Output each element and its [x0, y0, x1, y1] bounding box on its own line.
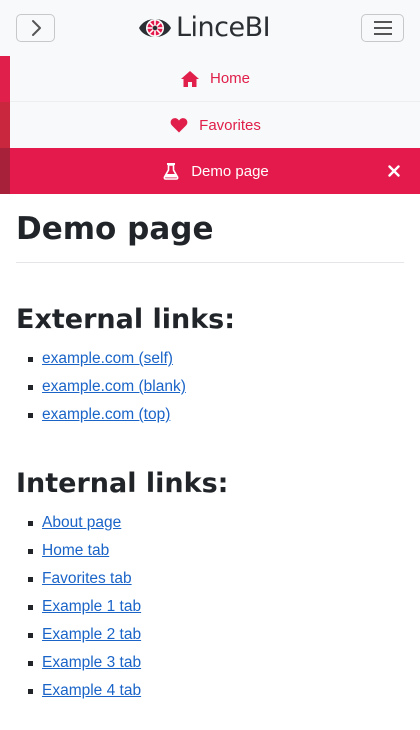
- internal-link-example-1[interactable]: Example 1 tab: [42, 598, 141, 615]
- list-item: example.com (blank): [28, 373, 404, 401]
- nav-item-label: Favorites: [199, 116, 261, 134]
- menu-toggle-button[interactable]: [361, 14, 404, 42]
- internal-link-about[interactable]: About page: [42, 514, 121, 531]
- chevron-right-icon: [31, 20, 41, 36]
- internal-link-example-2[interactable]: Example 2 tab: [42, 626, 141, 643]
- list-item: Home tab: [28, 537, 404, 565]
- close-icon[interactable]: [384, 161, 404, 181]
- list-item: example.com (self): [28, 345, 404, 373]
- nav-item-home[interactable]: Home: [10, 56, 420, 102]
- nav-item-label: Home: [209, 70, 250, 87]
- list-item: About page: [28, 509, 404, 537]
- external-links-list: example.com (self) example.com (blank) e…: [16, 345, 404, 429]
- brand-name: LinceBI: [176, 12, 271, 43]
- internal-link-example-4[interactable]: Example 4 tab: [42, 682, 141, 699]
- internal-link-example-3[interactable]: Example 3 tab: [42, 654, 141, 671]
- lince-eye-icon: [139, 19, 171, 37]
- internal-links-heading: Internal links:: [16, 468, 229, 499]
- brand-logo[interactable]: LinceBI: [137, 9, 271, 47]
- external-link-blank[interactable]: example.com (blank): [42, 378, 186, 395]
- nav-item-demo-page[interactable]: Demo page: [10, 148, 420, 194]
- external-link-self[interactable]: example.com (self): [42, 350, 173, 367]
- side-accent-strip: [0, 56, 10, 194]
- list-item: example.com (top): [28, 401, 404, 429]
- page-title: Demo page: [16, 211, 214, 247]
- hamburger-menu-icon: [373, 21, 392, 35]
- top-navbar: LinceBI: [0, 0, 420, 56]
- list-item: Example 1 tab: [28, 593, 404, 621]
- nav-item-label: Demo page: [191, 162, 269, 180]
- flask-icon: [161, 161, 181, 181]
- internal-links-list: About page Home tab Favorites tab Exampl…: [16, 509, 404, 705]
- list-item: Example 4 tab: [28, 677, 404, 705]
- internal-link-home-tab[interactable]: Home tab: [42, 542, 109, 559]
- main-content: Demo page External links: example.com (s…: [16, 194, 404, 705]
- nav-item-favorites[interactable]: Favorites: [10, 102, 420, 148]
- home-icon: [180, 69, 200, 89]
- heart-icon: [169, 115, 189, 135]
- list-item: Example 3 tab: [28, 649, 404, 677]
- list-item: Example 2 tab: [28, 621, 404, 649]
- internal-link-favorites-tab[interactable]: Favorites tab: [42, 570, 132, 587]
- sidebar-toggle-button[interactable]: [16, 14, 55, 42]
- external-links-heading: External links:: [16, 304, 236, 335]
- external-link-top[interactable]: example.com (top): [42, 406, 170, 423]
- title-divider: [16, 262, 404, 263]
- list-item: Favorites tab: [28, 565, 404, 593]
